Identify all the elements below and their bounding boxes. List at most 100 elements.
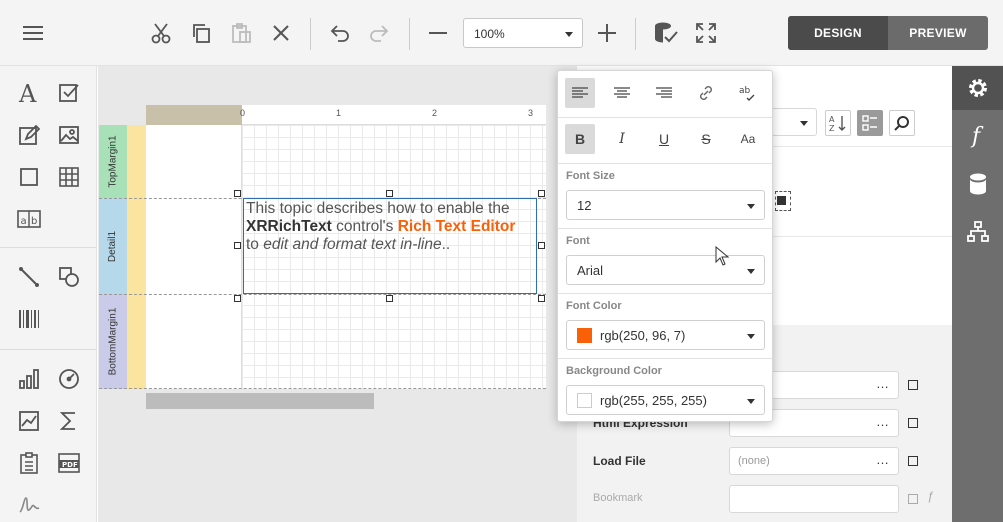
- resize-handle[interactable]: [234, 295, 241, 302]
- paste-icon[interactable]: [226, 18, 256, 48]
- font-size-label: Font Size: [566, 170, 615, 182]
- bold-icon[interactable]: B: [565, 124, 595, 154]
- band-top-margin[interactable]: TopMargin1: [99, 125, 127, 198]
- link-icon[interactable]: [691, 78, 721, 108]
- menu-icon[interactable]: [18, 18, 48, 48]
- resize-handle[interactable]: [386, 190, 393, 197]
- gauge-tool-icon[interactable]: [54, 364, 84, 394]
- picture-tool-icon[interactable]: [54, 120, 84, 150]
- bookmark-label: Bookmark: [593, 492, 643, 504]
- delete-icon[interactable]: [266, 18, 296, 48]
- chevron-down-icon: [565, 32, 573, 37]
- table-of-contents-tool-icon[interactable]: [14, 448, 44, 478]
- rich-text-tool-icon[interactable]: [14, 120, 44, 150]
- pdf-tool-icon[interactable]: PDF: [54, 448, 84, 478]
- rich-text-format-popup: ab B I U S Aa Font Size 12 Font Arial Fo…: [557, 70, 773, 422]
- property-checkbox[interactable]: [908, 380, 918, 390]
- font-color-select[interactable]: rgb(250, 96, 7): [566, 320, 765, 350]
- hierarchy-icon[interactable]: [963, 217, 993, 247]
- html-expression-checkbox[interactable]: [908, 418, 918, 428]
- vertical-ruler: [127, 125, 146, 389]
- shape-tool-icon[interactable]: [54, 262, 84, 292]
- align-left-icon[interactable]: [565, 78, 595, 108]
- background-color-select[interactable]: rgb(255, 255, 255): [566, 385, 765, 415]
- svg-text:PDF: PDF: [62, 461, 78, 469]
- zoom-in-icon[interactable]: [592, 18, 622, 48]
- side-tabs: f: [952, 66, 1003, 522]
- load-file-label: Load File: [593, 454, 646, 468]
- toolbar-separator: [409, 18, 410, 50]
- font-color-label: Font Color: [566, 300, 622, 312]
- redo-icon[interactable]: [364, 18, 394, 48]
- label-tool-icon[interactable]: A: [14, 78, 44, 108]
- zoom-out-icon[interactable]: [423, 18, 453, 48]
- resize-handle[interactable]: [538, 242, 545, 249]
- signature-tool-icon[interactable]: [14, 490, 44, 520]
- resize-handle[interactable]: [234, 242, 241, 249]
- load-file-checkbox[interactable]: [908, 456, 918, 466]
- copy-icon[interactable]: [186, 18, 216, 48]
- rich-text-control[interactable]: This topic describes how to enable the X…: [243, 198, 537, 294]
- chevron-down-icon: [747, 204, 755, 209]
- cut-icon[interactable]: [146, 18, 176, 48]
- font-size-select[interactable]: 12: [566, 190, 765, 220]
- design-button[interactable]: DESIGN: [788, 16, 888, 50]
- preview-button[interactable]: PREVIEW: [888, 16, 988, 50]
- categorized-icon[interactable]: [857, 110, 883, 136]
- horizontal-ruler: 0 1 2 3: [146, 105, 546, 125]
- horizontal-scrollbar[interactable]: [146, 393, 374, 409]
- font-select[interactable]: Arial: [566, 255, 765, 285]
- toolbar-separator: [310, 18, 311, 50]
- validate-icon[interactable]: [651, 18, 681, 48]
- function-icon[interactable]: f: [963, 121, 993, 151]
- search-icon[interactable]: [889, 110, 915, 136]
- expression-function-icon[interactable]: ƒ: [927, 489, 934, 503]
- rich-text-accent: Rich Text Editor: [397, 218, 516, 235]
- band-detail[interactable]: Detail1: [99, 198, 127, 294]
- align-center-icon[interactable]: [607, 78, 637, 108]
- svg-text:b: b: [31, 216, 37, 227]
- toolbox: A ab PDF: [0, 66, 97, 522]
- underline-icon[interactable]: U: [649, 124, 679, 154]
- barcode-tool-icon[interactable]: [14, 304, 44, 334]
- bookmark-input[interactable]: [729, 485, 899, 513]
- fullscreen-icon[interactable]: [691, 18, 721, 48]
- resize-handle[interactable]: [538, 190, 545, 197]
- resize-handle[interactable]: [386, 295, 393, 302]
- strikethrough-icon[interactable]: S: [691, 124, 721, 154]
- bookmark-checkbox[interactable]: [908, 494, 918, 504]
- line-tool-icon[interactable]: [14, 262, 44, 292]
- character-comb-tool-icon[interactable]: ab: [14, 204, 44, 234]
- chart-tool-icon[interactable]: [14, 364, 44, 394]
- gear-icon[interactable]: [963, 73, 993, 103]
- anchor-icon[interactable]: [775, 191, 791, 211]
- ruler-margin: [146, 105, 242, 125]
- toolbox-separator: [0, 349, 97, 350]
- load-file-input[interactable]: (none)…: [729, 447, 899, 475]
- sparkline-tool-icon[interactable]: [14, 406, 44, 436]
- spell-check-icon[interactable]: ab: [733, 78, 763, 108]
- svg-text:a: a: [21, 216, 27, 227]
- zoom-select[interactable]: 100%: [463, 18, 583, 48]
- band-bottom-margin[interactable]: BottomMargin1: [99, 294, 127, 389]
- mode-switch: DESIGN PREVIEW: [788, 16, 988, 50]
- table-tool-icon[interactable]: [54, 162, 84, 192]
- summary-tool-icon[interactable]: [54, 406, 84, 436]
- align-right-icon[interactable]: [649, 78, 679, 108]
- background-color-swatch: [577, 393, 592, 408]
- resize-handle[interactable]: [538, 295, 545, 302]
- undo-icon[interactable]: [325, 18, 355, 48]
- chevron-down-icon: [747, 399, 755, 404]
- band-labels: TopMargin1 Detail1 BottomMargin1: [99, 125, 127, 389]
- resize-handle[interactable]: [234, 190, 241, 197]
- panel-tool-icon[interactable]: [14, 162, 44, 192]
- svg-text:A: A: [18, 82, 37, 104]
- sort-az-icon[interactable]: AZ: [825, 110, 851, 136]
- toolbar-separator: [635, 18, 636, 50]
- svg-text:Z: Z: [829, 124, 835, 132]
- checkbox-tool-icon[interactable]: [54, 78, 84, 108]
- database-icon[interactable]: [963, 169, 993, 199]
- ruler-tick-label: 0: [240, 108, 246, 118]
- italic-icon[interactable]: I: [607, 124, 637, 154]
- change-case-icon[interactable]: Aa: [733, 124, 763, 154]
